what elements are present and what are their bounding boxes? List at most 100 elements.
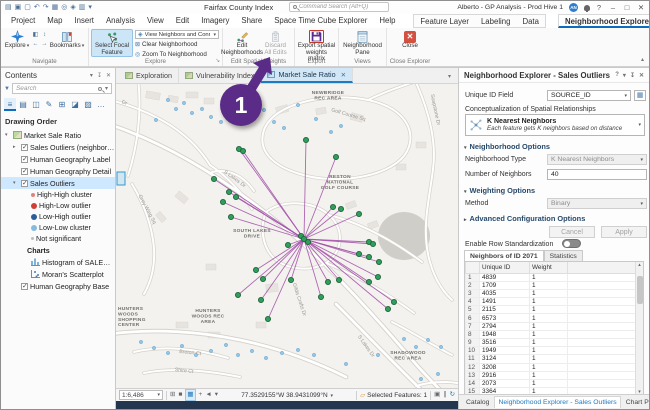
- layout-icon[interactable]: ▥: [79, 2, 86, 13]
- table-row[interactable]: 340351: [466, 289, 643, 297]
- section-neighborhood-options[interactable]: ▾Neighborhood Options: [464, 142, 550, 151]
- tab-neighborhood-explorer[interactable]: Neighborhood Explorer: [558, 14, 650, 28]
- map-icon[interactable]: ▦: [52, 2, 59, 13]
- table-row[interactable]: 1232081: [466, 363, 643, 371]
- close-explorer-button[interactable]: ✕ Close: [395, 29, 425, 57]
- list-by-drawing-order-icon[interactable]: ≡: [4, 98, 16, 111]
- menu-tab-space-time-cube-explorer[interactable]: Space Time Cube Explorer: [268, 14, 373, 28]
- pause-drawing-icon[interactable]: ∥: [443, 390, 446, 400]
- table-row[interactable]: 1329161: [466, 371, 643, 379]
- tree-item-map[interactable]: ▾Market Sale Ratio: [1, 129, 115, 141]
- help-button[interactable]: ?: [594, 3, 604, 12]
- table-row[interactable]: 727941: [466, 322, 643, 330]
- number-of-neighbors-input[interactable]: 40: [547, 169, 647, 180]
- table-row[interactable]: 935161: [466, 339, 643, 347]
- flash-icon[interactable]: ◄: [205, 390, 211, 400]
- explore-dialog-launcher-icon[interactable]: ↘: [215, 58, 220, 64]
- menu-tab-map[interactable]: Map: [41, 14, 68, 28]
- more-icon[interactable]: ▾: [215, 390, 218, 400]
- map-coordinates[interactable]: 77.3529155°W 38.9431099°N ▾: [241, 392, 333, 399]
- avatar[interactable]: AN: [569, 3, 578, 12]
- view-tabs-chevron-icon[interactable]: ▾: [448, 73, 451, 80]
- pane-tab-catalog[interactable]: Catalog: [463, 397, 492, 408]
- menu-tab-project[interactable]: Project: [5, 14, 41, 28]
- map-scale-dropdown[interactable]: 1:6,486▾: [119, 390, 163, 400]
- previous-extent-icon[interactable]: ←: [31, 40, 40, 49]
- minimize-button[interactable]: –: [608, 3, 618, 12]
- table-row[interactable]: 819481: [466, 330, 643, 338]
- table-row[interactable]: 1019491: [466, 347, 643, 355]
- chart-item-moran-s-scatterplot[interactable]: Moran's Scatterplot: [1, 268, 115, 280]
- view-tab-vulnerability-index[interactable]: Vulnerability Index: [179, 68, 261, 83]
- menu-tab-view[interactable]: View: [141, 14, 170, 28]
- neighbors-table[interactable]: Unique IDWeight 148391217091340351414911…: [464, 261, 644, 396]
- column-header[interactable]: Weight: [530, 262, 568, 273]
- chart-item-histogram-of-sales-value[interactable]: Histogram of SALES_VALUE: [1, 256, 115, 268]
- locate-icon[interactable]: ◎: [61, 2, 67, 13]
- checkbox-icon[interactable]: [21, 180, 28, 187]
- filter-icon[interactable]: ▼: [4, 86, 10, 92]
- close-pane-icon[interactable]: ✕: [639, 72, 644, 79]
- menu-tab-share[interactable]: Share: [235, 14, 268, 28]
- command-search-input[interactable]: Command Search (Alt+Q): [289, 2, 389, 12]
- expander-icon[interactable]: ▸: [13, 144, 19, 150]
- add-data-icon[interactable]: ◈: [70, 2, 75, 13]
- field-options-icon[interactable]: ▦: [634, 90, 646, 101]
- contents-search-input[interactable]: Search ▾: [12, 83, 112, 94]
- save-icon[interactable]: ▤: [5, 2, 12, 13]
- conceptualization-dropdown[interactable]: K Nearest Neighbors Each feature gets K …: [465, 114, 645, 136]
- help-icon[interactable]: ?: [615, 72, 619, 78]
- tree-item-human-geography-detail[interactable]: Human Geography Detail: [1, 165, 115, 177]
- customize-icon[interactable]: ▾: [88, 2, 92, 13]
- close-view-icon[interactable]: ✕: [341, 71, 346, 79]
- tree-item-human-geography-base[interactable]: Human Geography Base: [1, 280, 115, 292]
- new-project-icon[interactable]: ▢: [24, 2, 31, 13]
- unique-id-dropdown[interactable]: SOURCE_ID▾: [547, 90, 631, 101]
- table-row[interactable]: 665731: [466, 314, 643, 322]
- tree-item-sales-outliers-neighborhood[interactable]: ▸Sales Outliers (neighborhood): [1, 141, 115, 153]
- list-by-selection-icon[interactable]: ◫: [30, 98, 42, 111]
- list-by-editing-icon[interactable]: ✎: [43, 98, 55, 111]
- overlay-icon[interactable]: ▣: [434, 390, 440, 400]
- row-standardization-toggle[interactable]: [562, 239, 581, 248]
- ribbon-collapse-icon[interactable]: ▴: [641, 56, 644, 63]
- export-spatial-weights-button[interactable]: Export spatial weights matrix: [297, 29, 336, 57]
- undo-icon[interactable]: ↶: [34, 2, 40, 13]
- menu-tab-edit[interactable]: Edit: [170, 14, 195, 28]
- explore-button[interactable]: Explore▾: [3, 29, 31, 57]
- column-header[interactable]: [466, 262, 480, 273]
- table-row[interactable]: 1131241: [466, 355, 643, 363]
- checkbox-icon[interactable]: [21, 156, 28, 163]
- menu-tab-data[interactable]: Data: [516, 15, 544, 27]
- list-by-perspective-icon[interactable]: ▨: [82, 98, 94, 111]
- fixed-zoom-icon[interactable]: ↕: [40, 31, 49, 40]
- column-header[interactable]: Unique ID: [480, 262, 530, 273]
- list-by-data-source-icon[interactable]: ▤: [17, 98, 29, 111]
- basemap-icon[interactable]: ▦: [185, 389, 195, 401]
- list-by-snapping-icon[interactable]: ⊞: [56, 98, 68, 111]
- pin-icon[interactable]: ↧: [97, 72, 102, 79]
- tree-item-sales-outliers[interactable]: ▾Sales Outliers: [1, 177, 115, 189]
- edit-neighborhoods-button[interactable]: Edit Neighborhoods: [225, 29, 259, 57]
- menu-tab-insert[interactable]: Insert: [68, 14, 100, 28]
- next-extent-icon[interactable]: →: [40, 40, 49, 49]
- tree-item-human-geography-label[interactable]: Human Geography Label: [1, 153, 115, 165]
- select-focal-feature-button[interactable]: Select Focal Feature: [91, 29, 133, 57]
- open-project-icon[interactable]: ▣: [15, 2, 22, 13]
- menu-tab-analysis[interactable]: Analysis: [100, 14, 141, 28]
- neighborhood-pane-button[interactable]: Neighborhood Pane: [341, 29, 384, 57]
- notifications-button[interactable]: [584, 5, 590, 11]
- table-row[interactable]: 1420731: [466, 379, 643, 387]
- menu-tab-imagery[interactable]: Imagery: [195, 14, 235, 28]
- checkbox-icon[interactable]: [21, 144, 28, 151]
- map-canvas[interactable]: NEWBRIDGEREC AREARESTONNATIONALGOLF COUR…: [116, 84, 458, 388]
- pane-tab-chart-properties[interactable]: Chart Properties: [623, 397, 650, 408]
- more-options-icon[interactable]: …: [95, 98, 107, 111]
- full-extent-icon[interactable]: ◧: [31, 31, 40, 40]
- menu-tab-labeling[interactable]: Labeling: [475, 15, 516, 27]
- view-neighbors-dropdown[interactable]: ◈ View Neighbors and Connections ▾: [135, 30, 219, 39]
- table-row[interactable]: 414911: [466, 298, 643, 306]
- chevron-down-icon[interactable]: ▾: [90, 72, 93, 79]
- section-advanced-options[interactable]: ▸Advanced Configuration Options: [464, 214, 585, 223]
- view-tab-exploration[interactable]: Exploration: [119, 68, 179, 83]
